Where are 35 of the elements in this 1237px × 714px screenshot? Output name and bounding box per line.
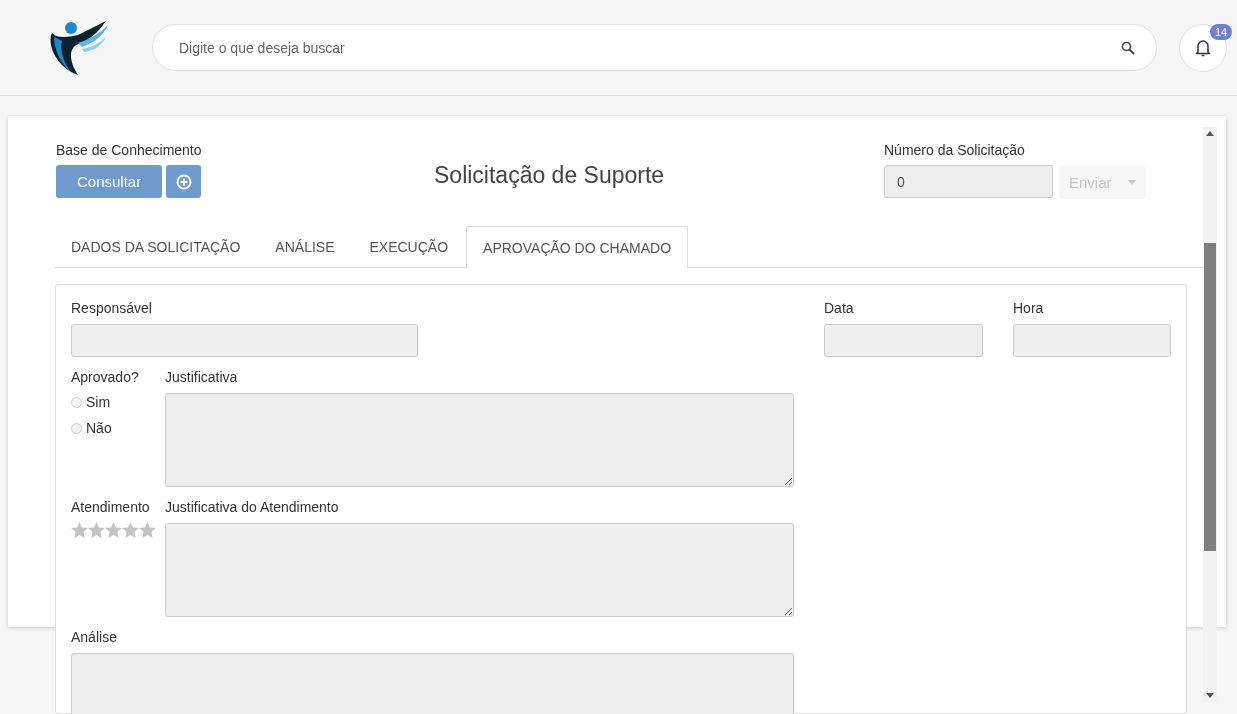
search-icon [1121, 41, 1135, 55]
form-title: Solicitação de Suporte [434, 162, 666, 189]
date-field[interactable] [824, 324, 983, 357]
request-number-field[interactable]: 0 [884, 165, 1053, 198]
tab[interactable]: APROVAÇÃO DO CHAMADO [466, 226, 689, 268]
time-field[interactable] [1013, 324, 1171, 357]
add-button[interactable] [166, 165, 202, 198]
notification-badge: 14 [1210, 23, 1233, 40]
search-field[interactable]: Digite o que deseja buscar [152, 24, 1157, 71]
approved-label: Aprovado? [71, 369, 140, 386]
logo-icon [48, 18, 108, 77]
radio-option[interactable]: Não [71, 420, 165, 436]
tab[interactable]: DADOS DA SOLICITAÇÃO [54, 226, 258, 267]
responsible-label: Responsável [71, 300, 153, 317]
service-label: Atendimento [71, 499, 151, 516]
date-label: Data [824, 300, 855, 317]
service-justification-label: Justificativa do Atendimento [165, 499, 340, 516]
caret-icon [1127, 180, 1136, 185]
tab[interactable]: ANÁLISE [258, 226, 352, 267]
radio-option[interactable]: Sim [71, 394, 165, 410]
scrollbar[interactable] [1203, 127, 1217, 702]
time-label: Hora [1013, 300, 1045, 317]
scroll-down-icon[interactable] [1206, 693, 1214, 698]
tab[interactable]: EXECUÇÃO [352, 226, 466, 267]
scroll-up-icon[interactable] [1206, 131, 1214, 136]
request-number-label: Número da Solicitação [884, 142, 1026, 159]
analysis-label: Análise [71, 629, 118, 646]
notifications-button[interactable] [1179, 23, 1227, 72]
bell-icon [1195, 38, 1211, 57]
knowledge-base-label: Base de Conhecimento [56, 142, 203, 159]
service-justification-field[interactable] [165, 523, 794, 617]
justification-field[interactable] [165, 393, 794, 487]
justification-label: Justificativa [165, 369, 239, 386]
responsible-field[interactable] [71, 324, 418, 357]
plus-circle-icon [175, 173, 192, 190]
